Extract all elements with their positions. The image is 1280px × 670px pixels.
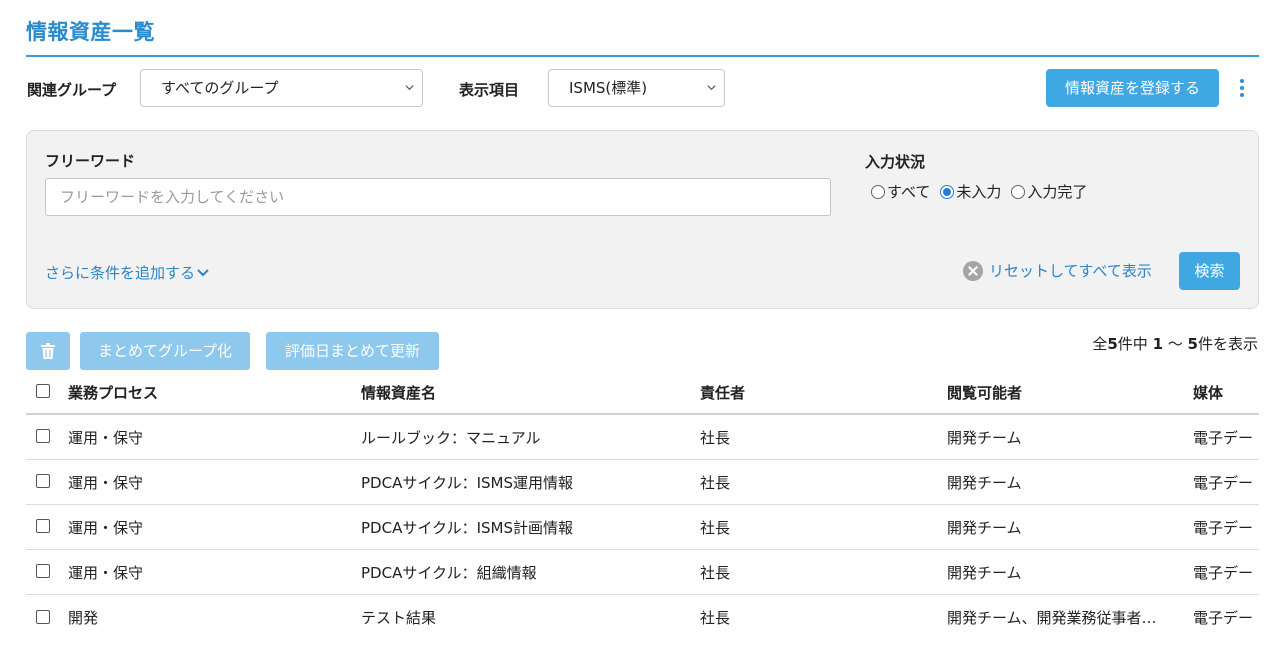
more-options-icon[interactable]	[1236, 79, 1248, 99]
cell-media: 電子デー	[1193, 609, 1254, 627]
row-checkbox[interactable]	[36, 564, 50, 578]
cell-viewers: 開発チーム	[947, 518, 1022, 537]
cell-business-process: 開発	[68, 609, 99, 627]
result-count: 全5件中 1 〜 5件を表示	[1092, 335, 1258, 353]
close-circle-icon	[963, 260, 983, 281]
cell-business-process: 運用・保守	[68, 428, 144, 447]
asset-table: 業務プロセス 情報資産名 責任者 閲覧可能者 媒体 運用・保守 ルールブック：マ…	[26, 371, 1259, 640]
cell-asset-name: テスト結果	[361, 609, 437, 627]
cell-business-process: 運用・保守	[68, 473, 144, 492]
group-label: 関連グループ	[27, 81, 117, 99]
group-select-value: すべてのグループ	[161, 79, 279, 97]
radio-circle	[871, 184, 885, 199]
header-owner[interactable]: 責任者	[700, 371, 940, 413]
cell-owner: 社長	[700, 609, 731, 627]
trash-icon	[41, 343, 55, 359]
row-checkbox[interactable]	[36, 429, 50, 443]
select-all-checkbox[interactable]	[36, 384, 50, 398]
title-divider	[26, 55, 1259, 57]
header-viewers[interactable]: 閲覧可能者	[947, 371, 1187, 413]
register-asset-button[interactable]: 情報資産を登録する	[1046, 69, 1219, 107]
cell-asset-name: PDCAサイクル：ISMS運用情報	[361, 473, 573, 492]
display-select[interactable]: ISMS(標準)	[548, 69, 725, 107]
chevron-down-icon	[707, 85, 716, 91]
status-radio-label: 未入力	[956, 183, 1002, 201]
table-row[interactable]: 運用・保守 PDCAサイクル：ISMS計画情報 社長 開発チーム 電子デー	[26, 505, 1259, 550]
cell-owner: 社長	[700, 473, 731, 492]
radio-circle	[1011, 184, 1026, 199]
cell-asset-name: PDCAサイクル：ISMS計画情報	[361, 518, 573, 537]
cell-viewers: 開発チーム	[947, 563, 1022, 582]
cell-business-process: 運用・保守	[68, 518, 144, 537]
reset-link[interactable]: リセットしてすべて表示	[963, 260, 1152, 281]
status-radio-label: すべて	[887, 183, 931, 201]
header-business-process[interactable]: 業務プロセス	[68, 371, 358, 413]
table-row[interactable]: 開発 テスト結果 社長 開発チーム、開発業務従事者… 電子デー	[26, 595, 1259, 640]
cell-media: 電子デー	[1193, 518, 1254, 537]
cell-owner: 社長	[700, 518, 731, 537]
bulk-group-button[interactable]: まとめてグループ化	[80, 332, 250, 370]
row-checkbox[interactable]	[36, 474, 50, 488]
table-row[interactable]: 運用・保守 PDCAサイクル：ISMS運用情報 社長 開発チーム 電子デー	[26, 460, 1259, 505]
cell-media: 電子デー	[1193, 473, 1254, 492]
freeword-label: フリーワード	[45, 152, 136, 170]
cell-owner: 社長	[700, 428, 731, 447]
header-asset-name[interactable]: 情報資産名	[361, 371, 696, 413]
table-row[interactable]: 運用・保守 PDCAサイクル：組織情報 社長 開発チーム 電子デー	[26, 550, 1259, 595]
cell-viewers: 開発チーム、開発業務従事者…	[947, 609, 1157, 627]
freeword-input[interactable]	[45, 178, 831, 216]
delete-button[interactable]	[26, 332, 70, 370]
cell-media: 電子デー	[1193, 563, 1254, 582]
table-row[interactable]: 運用・保守 ルールブック：マニュアル 社長 開発チーム 電子デー	[26, 415, 1259, 460]
status-radio-all[interactable]: すべて	[871, 181, 930, 202]
header-media[interactable]: 媒体	[1193, 371, 1259, 413]
radio-circle	[940, 184, 955, 199]
display-select-value: ISMS(標準)	[569, 79, 648, 97]
cell-viewers: 開発チーム	[947, 428, 1022, 447]
search-panel: フリーワード 入力状況 すべて 未入力 入力完了 さらに条件を追加する リセット…	[26, 130, 1259, 309]
chevron-down-icon	[405, 85, 414, 91]
row-checkbox[interactable]	[36, 519, 50, 533]
cell-asset-name: PDCAサイクル：組織情報	[361, 563, 537, 582]
table-header-row: 業務プロセス 情報資産名 責任者 閲覧可能者 媒体	[26, 371, 1259, 415]
add-conditions-label: さらに条件を追加する	[45, 264, 196, 282]
reset-link-label: リセットしてすべて表示	[989, 262, 1152, 280]
status-radio-unentered[interactable]: 未入力	[940, 181, 1001, 202]
status-radio-label: 入力完了	[1027, 183, 1088, 201]
search-button[interactable]: 検索	[1179, 252, 1240, 290]
bulk-update-date-button[interactable]: 評価日まとめて更新	[266, 332, 439, 370]
page-title: 情報資産一覧	[26, 20, 155, 44]
chevron-down-icon	[197, 268, 209, 276]
cell-media: 電子デー	[1193, 428, 1254, 447]
status-radio-group: すべて 未入力 入力完了	[871, 181, 1097, 202]
group-select[interactable]: すべてのグループ	[140, 69, 423, 107]
cell-business-process: 運用・保守	[68, 563, 144, 582]
cell-owner: 社長	[700, 563, 731, 582]
cell-viewers: 開発チーム	[947, 473, 1022, 492]
row-checkbox[interactable]	[36, 609, 50, 624]
status-label: 入力状況	[865, 153, 926, 171]
add-conditions-link[interactable]: さらに条件を追加する	[45, 262, 209, 283]
display-label: 表示項目	[459, 81, 520, 99]
cell-asset-name: ルールブック：マニュアル	[361, 428, 541, 447]
status-radio-completed[interactable]: 入力完了	[1011, 181, 1087, 202]
